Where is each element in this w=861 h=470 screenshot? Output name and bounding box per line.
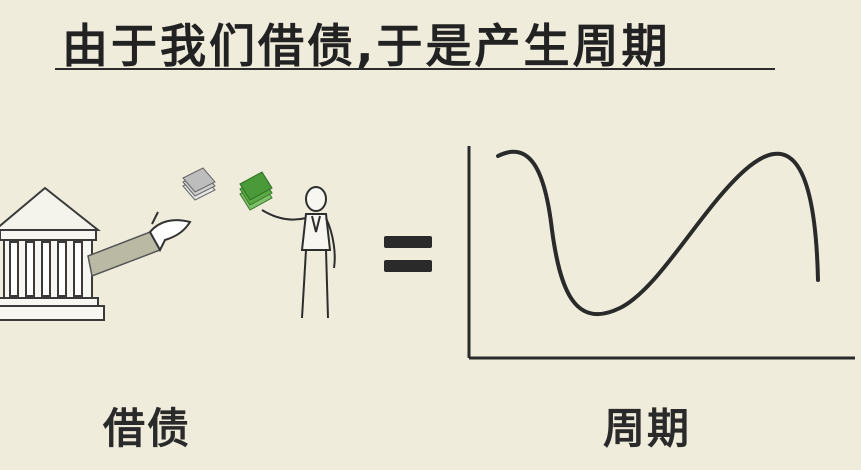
cycle-axes — [467, 146, 855, 360]
bank-arm — [87, 211, 192, 278]
cash-stack-gray — [182, 167, 216, 201]
slide: 由于我们借债,于是产生周期 借债 周期 — [0, 0, 861, 470]
cash-stack-green — [239, 171, 273, 211]
equals-sign-icon — [384, 236, 432, 272]
cycle-curve-icon — [496, 149, 820, 316]
person-figure-icon — [261, 186, 336, 319]
borrowing-label: 借债 — [103, 404, 192, 453]
bank-building-icon — [0, 186, 105, 321]
cycle-label: 周期 — [603, 404, 692, 453]
